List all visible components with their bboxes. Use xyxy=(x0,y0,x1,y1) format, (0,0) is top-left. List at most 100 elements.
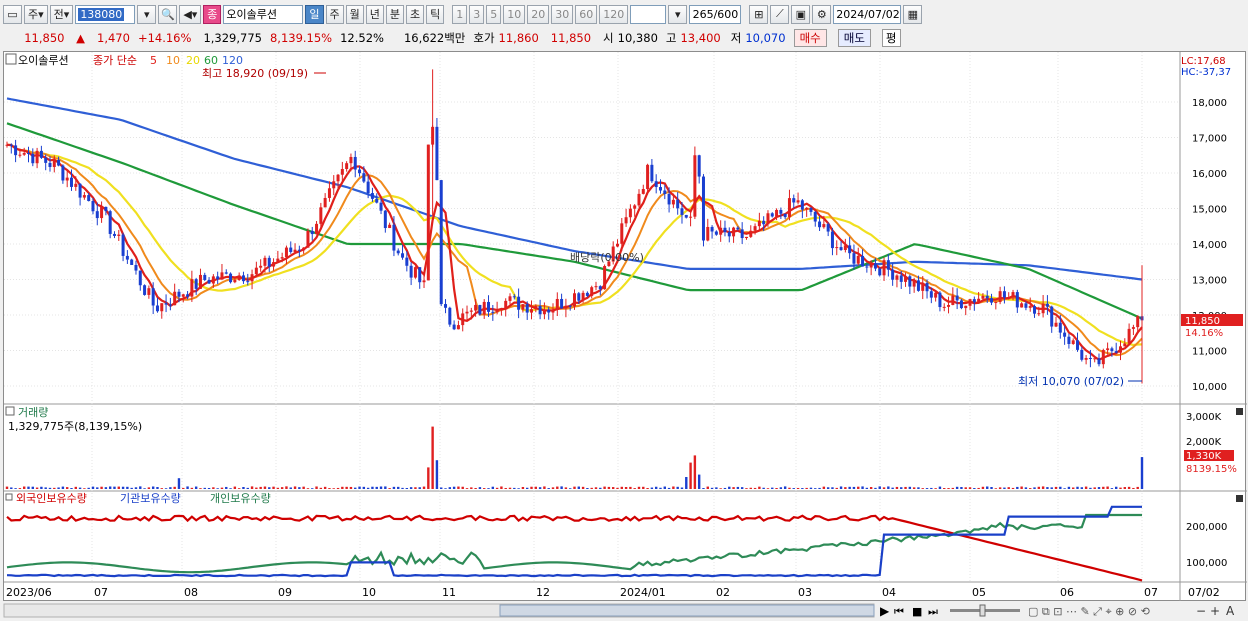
volume-bar xyxy=(14,488,17,489)
interval-10[interactable]: 10 xyxy=(503,4,526,24)
candle-body xyxy=(401,253,405,258)
volume-bar xyxy=(517,488,520,489)
period-day[interactable]: 일 xyxy=(305,4,324,24)
candle-body xyxy=(843,245,847,250)
interval-3[interactable]: 3 xyxy=(469,4,485,24)
volume-bar xyxy=(216,488,219,489)
volume-bar xyxy=(654,486,658,489)
count-field[interactable]: 265/600 xyxy=(689,4,742,24)
volume-bar xyxy=(1140,457,1144,489)
gear-icon[interactable]: ⚙ xyxy=(812,4,832,24)
buy-button[interactable]: 매수 xyxy=(793,29,827,47)
candle-body xyxy=(912,280,916,287)
candle-body xyxy=(100,206,104,219)
volume-bar xyxy=(1127,486,1131,489)
candle-body xyxy=(848,245,852,254)
mode-prev-select[interactable]: 전 ▾ xyxy=(49,4,74,24)
search-icon[interactable]: 🔍 xyxy=(158,4,178,24)
candle-body xyxy=(805,207,809,210)
stock-chart-svg[interactable]: 오이솔루션 종가 단순 5 10 20 60 120 최고 18,920 (09… xyxy=(4,52,1247,602)
interval-120[interactable]: 120 xyxy=(599,4,629,24)
x-axis-label: 08 xyxy=(184,586,198,599)
candle-body xyxy=(581,292,585,301)
candle-body xyxy=(1106,348,1110,350)
volume-bar xyxy=(319,487,323,489)
avg-button[interactable]: 평 xyxy=(881,29,901,47)
candle-body xyxy=(573,293,576,307)
volume-title: 거래량 xyxy=(18,406,48,419)
save-icon[interactable]: ▣ xyxy=(791,4,811,24)
speaker-icon[interactable]: ◀▾ xyxy=(179,4,202,24)
mode-day-select[interactable]: 주 ▾ xyxy=(24,4,48,24)
volume-bar xyxy=(891,487,894,489)
period-second[interactable]: 초 xyxy=(406,4,425,24)
volume-bar xyxy=(740,487,744,489)
volume-bar xyxy=(379,486,383,489)
volume-bar xyxy=(495,487,499,489)
candle-body xyxy=(345,163,349,170)
candle-body xyxy=(1067,336,1071,344)
volume-bar xyxy=(268,487,271,489)
draw-icon[interactable]: ⟋ xyxy=(770,4,790,24)
candle-body xyxy=(508,296,512,301)
volume-bar xyxy=(1136,486,1139,489)
chart-area[interactable]: 오이솔루션 종가 단순 5 10 20 60 120 최고 18,920 (09… xyxy=(3,51,1247,602)
window-icon[interactable]: ▭ xyxy=(3,4,22,24)
candle-body xyxy=(194,279,198,289)
candle-body xyxy=(869,263,873,268)
candle-body xyxy=(203,274,207,280)
period-minute[interactable]: 분 xyxy=(385,4,405,24)
interval-dropdown-icon[interactable]: ▾ xyxy=(668,4,688,24)
volume-bar xyxy=(968,487,972,489)
volume-bar xyxy=(839,486,843,489)
code-dropdown-icon[interactable]: ▾ xyxy=(137,4,157,24)
candle-body xyxy=(542,309,546,315)
candle-body xyxy=(487,301,491,312)
period-week[interactable]: 주 xyxy=(325,4,344,24)
volume-bar xyxy=(1080,487,1084,489)
date-field[interactable]: 2024/07/02 xyxy=(833,4,902,24)
up-arrow-icon: ▲ xyxy=(76,31,85,45)
interval-1[interactable]: 1 xyxy=(452,4,468,24)
stock-code-input[interactable]: 138080 xyxy=(75,4,136,24)
candle-body xyxy=(779,209,783,214)
zoom-in-icon[interactable]: + xyxy=(1210,604,1220,618)
interval-30[interactable]: 30 xyxy=(551,4,574,24)
volume-bar xyxy=(126,486,129,489)
volume-bar xyxy=(1033,487,1036,489)
zoom-out-icon[interactable]: − xyxy=(1196,604,1206,618)
candle-body xyxy=(181,294,185,297)
candle-body xyxy=(977,298,981,303)
stock-name-field[interactable]: 오이솔루션 xyxy=(223,4,304,24)
tool-icons[interactable]: ▢ ⧉ ⊡ ⋯ ✎ ⤢ ⌖ ⊕ ⊘ ⟲ xyxy=(1028,605,1150,618)
interval-20[interactable]: 20 xyxy=(527,4,550,24)
candle-body xyxy=(267,257,271,267)
ask-price: 11,860 xyxy=(498,31,539,45)
period-year[interactable]: 년 xyxy=(365,4,384,24)
nav-buttons[interactable]: ▶ ⏮ ■ ⏭ xyxy=(880,604,938,618)
candle-body xyxy=(895,275,899,280)
candle-body xyxy=(676,199,680,209)
volume-bar xyxy=(134,487,138,489)
volume-bar xyxy=(779,487,783,489)
volume-bar xyxy=(809,487,813,489)
interval-60[interactable]: 60 xyxy=(575,4,598,24)
font-size-icon[interactable]: A xyxy=(1226,604,1235,618)
low-annotation: 최저 10,070 (07/02) xyxy=(1018,375,1124,388)
zoom-icon[interactable]: ⊞ xyxy=(749,4,769,24)
candle-body xyxy=(306,230,310,248)
candle-body xyxy=(435,126,439,181)
candle-body xyxy=(1033,306,1037,314)
period-tick[interactable]: 틱 xyxy=(426,4,445,24)
legend-stock-name: 오이솔루션 xyxy=(18,54,69,67)
zoom-slider-handle[interactable] xyxy=(979,604,986,617)
interval-input[interactable] xyxy=(630,4,667,24)
candle-body xyxy=(69,177,73,187)
sell-button[interactable]: 매도 xyxy=(837,29,871,47)
volume-bar xyxy=(212,487,215,489)
interval-5[interactable]: 5 xyxy=(486,4,502,24)
period-month[interactable]: 월 xyxy=(345,4,364,24)
scrollbar-thumb[interactable] xyxy=(499,604,875,617)
calendar-icon[interactable]: ▦ xyxy=(903,4,923,24)
candle-body xyxy=(332,181,336,189)
